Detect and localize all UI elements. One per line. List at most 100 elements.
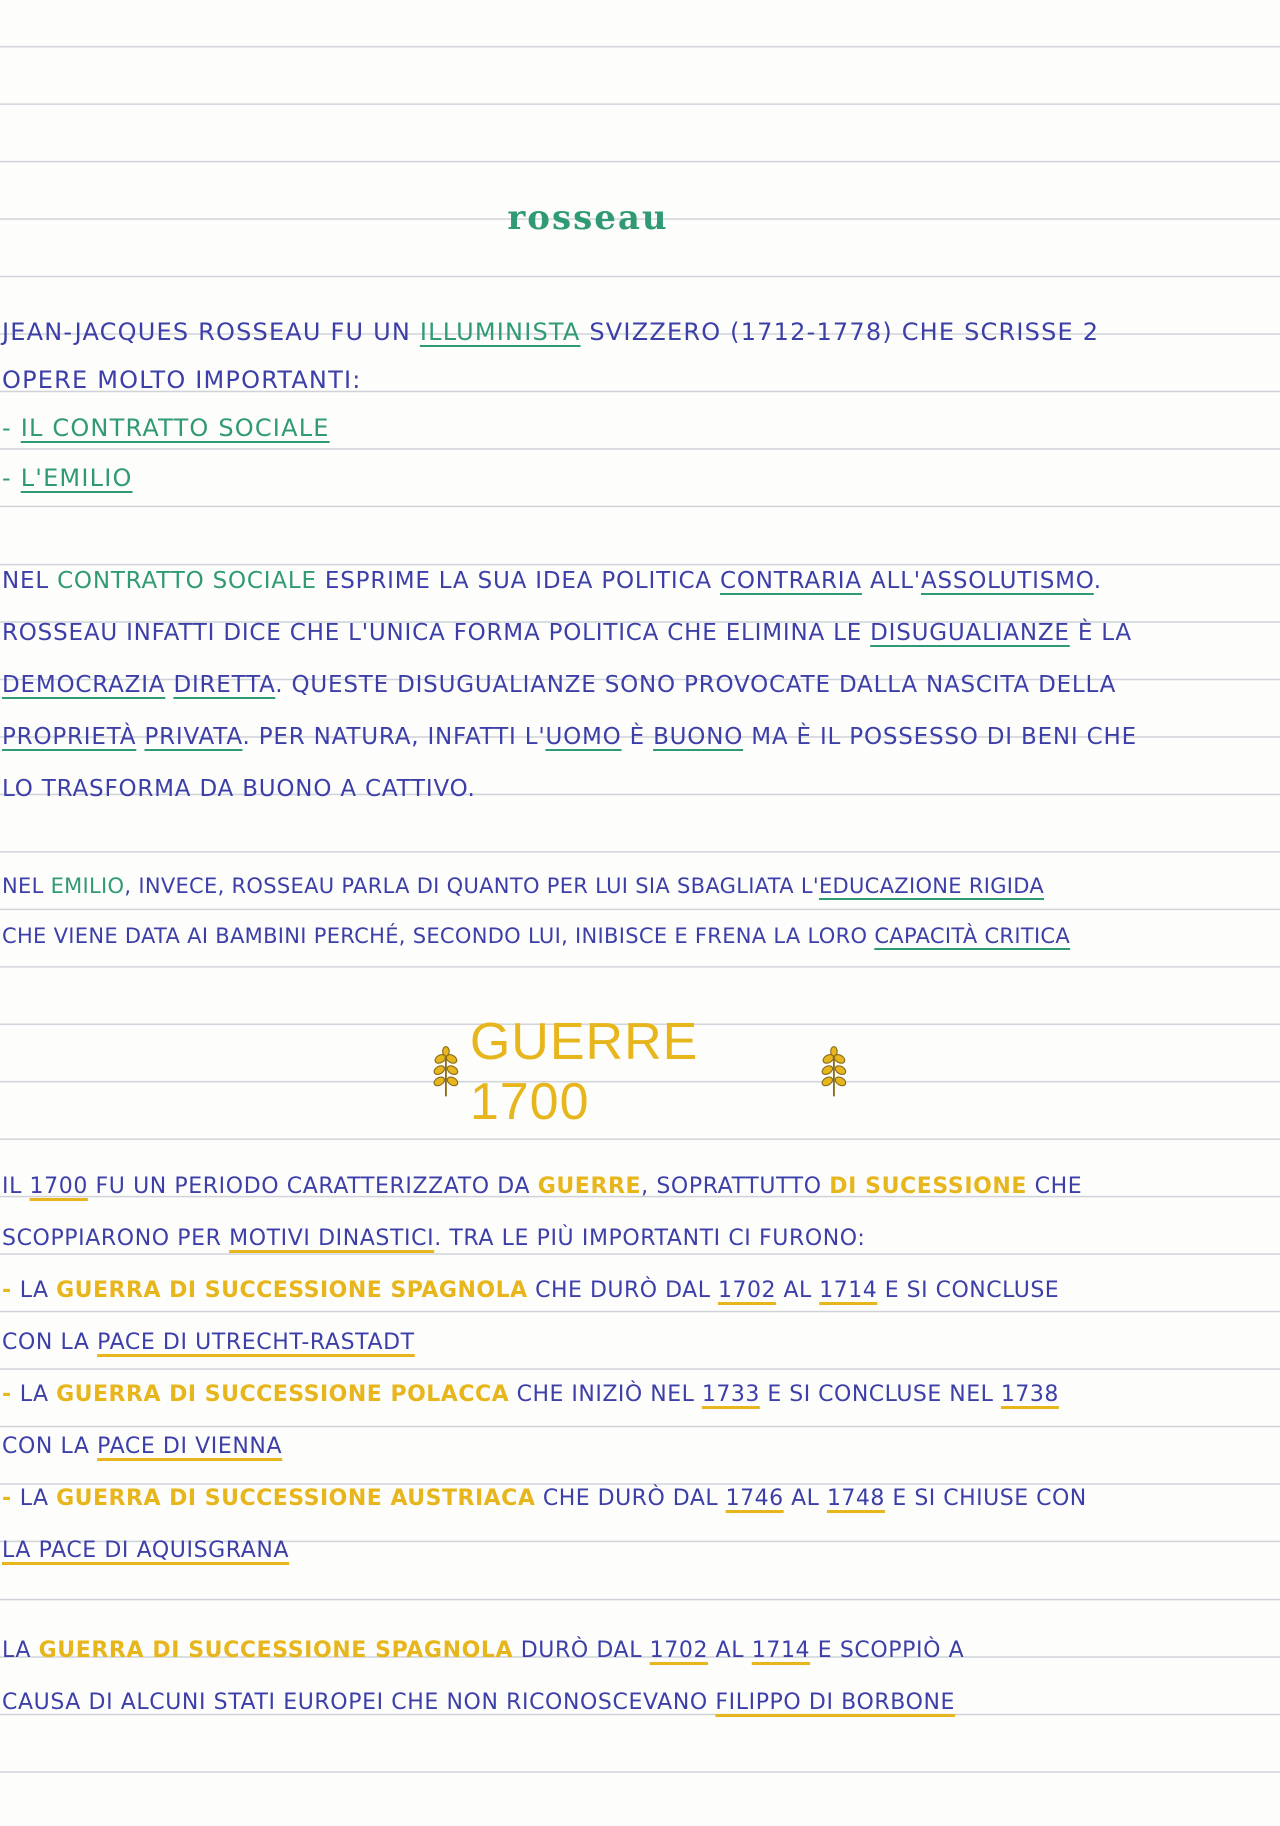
text: AL [708, 1638, 752, 1663]
text: , INVECE, ROSSEAU PARLA DI QUANTO PER LU… [124, 874, 819, 898]
emilio-line-1: NEL EMILIO, INVECE, ROSSEAU PARLA DI QUA… [2, 876, 1044, 897]
war-name-polacca: GUERRA DI SUCCESSIONE POLACCA [56, 1382, 510, 1407]
text: LA [19, 1382, 57, 1407]
bullet-dash: - [2, 1382, 20, 1407]
list-item-contratto: - IL CONTRATTO SOCIALE [2, 416, 330, 440]
treaty-utrecht-rastadt: PACE DI UTRECHT-RASTADT [97, 1330, 415, 1355]
text: FU UN PERIODO CARATTERIZZATO DA [87, 1174, 538, 1199]
page-title: rosseau [507, 198, 669, 238]
bullet-dash: - [2, 1486, 20, 1511]
text: , SOPRATTUTTO [641, 1174, 830, 1199]
text: CHE VIENE DATA AI BAMBINI PERCHÉ, SECOND… [2, 924, 875, 948]
notebook-page: rosseau JEAN-JACQUES ROSSEAU FU UN ILLUM… [0, 0, 1280, 1826]
year: 1746 [725, 1486, 784, 1511]
text: LA [2, 1638, 39, 1663]
keyword-contraria: CONTRARIA [720, 568, 862, 594]
keyword-disuguaglianze: DISUGUALIANZE [870, 620, 1070, 646]
bullet-dash: - [2, 1278, 20, 1303]
keyword-motivi-dinastici: MOTIVI DINASTICI [229, 1226, 435, 1251]
contratto-line-1: NEL CONTRATTO SOCIALE ESPRIME LA SUA IDE… [2, 570, 1102, 593]
text: LA [19, 1278, 57, 1303]
contratto-line-4: PROPRIETÀ PRIVATA. PER NATURA, INFATTI L… [2, 726, 1137, 749]
keyword-privata: PRIVATA [144, 724, 243, 750]
year: 1702 [649, 1638, 709, 1663]
text: . QUESTE DISUGUALIANZE SONO PROVOCATE DA… [275, 672, 1117, 698]
keyword-di-sucessione: DI SUCESSIONE [829, 1174, 1028, 1199]
war-austriaca-line-2: LA PACE DI AQUISGRANA [2, 1538, 290, 1563]
intro-line-2: OPERE MOLTO IMPORTANTI: [2, 366, 362, 394]
spagnola-line-1: LA GUERRA DI SUCCESSIONE SPAGNOLA DURÒ D… [2, 1640, 964, 1662]
war-spagnola-line-1: - LA GUERRA DI SUCCESSIONE SPAGNOLA CHE … [2, 1280, 1059, 1302]
keyword-democrazia: DEMOCRAZIA [2, 672, 166, 698]
keyword-diretta: DIRETTA [173, 672, 276, 698]
treaty-vienna: PACE DI VIENNA [97, 1434, 283, 1459]
text: ESPRIME LA SUA IDEA POLITICA [316, 568, 721, 594]
year: 1733 [701, 1382, 760, 1407]
emilio-line-2: CHE VIENE DATA AI BAMBINI PERCHÉ, SECOND… [2, 926, 1070, 947]
year: 1714 [751, 1638, 811, 1663]
war-polacca-line-2: CON LA PACE DI VIENNA [2, 1436, 282, 1458]
laurel-left-icon [433, 1046, 459, 1097]
heading-text: GUERRE 1700 [469, 1013, 699, 1131]
war-name-spagnola: GUERRA DI SUCCESSIONE SPAGNOLA [38, 1638, 514, 1663]
text: . PER NATURA, INFATTI L' [242, 724, 546, 750]
text: ALL' [861, 568, 921, 594]
text: DURÒ DAL [513, 1638, 650, 1663]
keyword-proprieta: PROPRIETÀ [2, 724, 137, 750]
section-heading-guerre: GUERRE 1700 [430, 1013, 850, 1131]
list-item-emilio: - L'EMILIO [2, 466, 133, 490]
text: . [1093, 568, 1102, 594]
text: CON LA [2, 1330, 98, 1355]
laurel-right-icon [821, 1046, 847, 1097]
year: 1748 [826, 1486, 885, 1511]
year-1700: 1700 [29, 1174, 88, 1199]
text: E SI CONCLUSE NEL [759, 1382, 1001, 1407]
text: È [621, 724, 654, 750]
text: CHE [1027, 1174, 1083, 1199]
item-text: L'EMILIO [20, 464, 133, 492]
keyword-capacita-critica: CAPACITÀ CRITICA [874, 924, 1071, 948]
keyword-uomo: UOMO [545, 724, 622, 750]
keyword-illuminista: ILLUMINISTA [419, 318, 581, 346]
guerre-line-1: IL 1700 FU UN PERIODO CARATTERIZZATO DA … [2, 1176, 1082, 1198]
year: 1714 [819, 1278, 878, 1303]
text: E SI CHIUSE CON [884, 1486, 1087, 1511]
keyword-guerre: GUERRE [537, 1174, 642, 1199]
text: CAUSA DI ALCUNI STATI EUROPEI CHE NON RI… [2, 1690, 716, 1715]
text: MA È IL POSSESSO DI BENI CHE [743, 724, 1137, 750]
war-spagnola-line-2: CON LA PACE DI UTRECHT-RASTADT [2, 1332, 415, 1354]
text: JEAN-JACQUES ROSSEAU FU UN [2, 318, 420, 346]
text: SCOPPIARONO PER [2, 1226, 230, 1251]
text: È LA [1069, 620, 1132, 646]
keyword-buono: BUONO [653, 724, 744, 750]
text: NEL [2, 874, 51, 898]
war-name-austriaca: GUERRA DI SUCCESSIONE AUSTRIACA [56, 1486, 536, 1511]
text: E SCOPPIÒ A [810, 1638, 965, 1663]
text: LA [19, 1486, 57, 1511]
text: CHE DURÒ DAL [535, 1486, 726, 1511]
text: AL [783, 1486, 827, 1511]
war-polacca-line-1: - LA GUERRA DI SUCCESSIONE POLACCA CHE I… [2, 1384, 1059, 1406]
guerre-line-2: SCOPPIARONO PER MOTIVI DINASTICI. TRA LE… [2, 1228, 865, 1250]
contratto-line-5: LO TRASFORMA DA BUONO A CATTIVO. [2, 776, 476, 802]
keyword-assolutismo: ASSOLUTISMO [920, 568, 1094, 594]
war-austriaca-line-1: - LA GUERRA DI SUCCESSIONE AUSTRIACA CHE… [2, 1488, 1087, 1510]
item-text: IL CONTRATTO SOCIALE [20, 414, 330, 442]
bullet-dash: - [2, 464, 21, 492]
person-filippo-di-borbone: FILIPPO DI BORBONE [715, 1690, 956, 1715]
keyword-educazione-rigida: EDUCAZIONE RIGIDA [818, 874, 1045, 898]
text: E SI CONCLUSE [877, 1278, 1060, 1303]
text: AL [775, 1278, 820, 1303]
keyword-emilio: EMILIO [50, 874, 125, 898]
contratto-line-2: ROSSEAU INFATTI DICE CHE L'UNICA FORMA P… [2, 622, 1132, 645]
text: . TRA LE PIÙ IMPORTANTI CI FURONO: [434, 1226, 866, 1251]
contratto-line-3: DEMOCRAZIA DIRETTA. QUESTE DISUGUALIANZE… [2, 674, 1116, 697]
war-name-spagnola: GUERRA DI SUCCESSIONE SPAGNOLA [56, 1278, 528, 1303]
year: 1702 [717, 1278, 776, 1303]
intro-line-1: JEAN-JACQUES ROSSEAU FU UN ILLUMINISTA S… [2, 320, 1099, 344]
spagnola-line-2: CAUSA DI ALCUNI STATI EUROPEI CHE NON RI… [2, 1692, 955, 1714]
text: IL [2, 1174, 30, 1199]
text: CHE DURÒ DAL [527, 1278, 718, 1303]
year: 1738 [1000, 1382, 1059, 1407]
text: SVIZZERO (1712-1778) CHE SCRISSE 2 [580, 318, 1100, 346]
